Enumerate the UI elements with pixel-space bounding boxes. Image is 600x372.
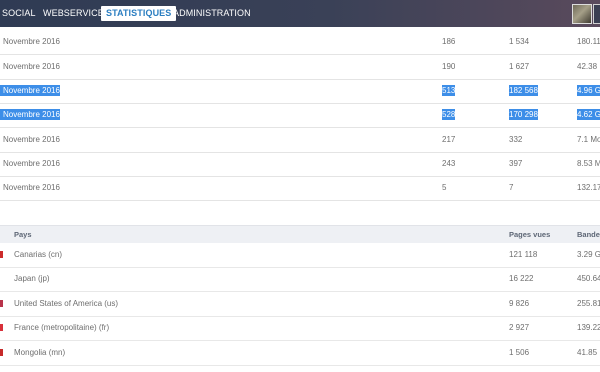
column-header-pages-vues[interactable]: Pages vues — [509, 226, 550, 243]
bandwidth-cell: 41.85 I — [577, 348, 600, 357]
pages-cell: 182 568 — [509, 85, 538, 96]
month-cell: Novembre 2016 — [3, 37, 60, 46]
bandwidth-cell: 4.62 G — [577, 109, 600, 120]
visits-cell: 186 — [442, 37, 456, 46]
pages-cell: 2 927 — [509, 323, 530, 332]
bandwidth-cell: 7.1 Mo — [577, 135, 600, 144]
visits-cell: 513 — [442, 85, 456, 96]
country-flag-icon — [0, 300, 3, 307]
bandwidth-cell: 139.22 — [577, 323, 600, 332]
column-header-bande[interactable]: Bande — [577, 226, 600, 243]
nav-administration[interactable]: ADMINISTRATION — [173, 0, 251, 27]
bandwidth-cell: 4.96 G — [577, 85, 600, 96]
table-row: Novembre 2016 243 397 8.53 M — [0, 152, 600, 177]
month-cell: Novembre 2016 — [3, 183, 60, 192]
visits-cell: 528 — [442, 109, 456, 120]
pages-cell: 121 118 — [509, 250, 538, 259]
country-name-cell: France (metropolitaine) (fr) — [14, 323, 110, 332]
table-row-selected: Novembre 2016 513 182 568 4.96 G — [0, 79, 600, 104]
country-flag-icon — [0, 349, 3, 356]
month-cell: Novembre 2016 — [0, 85, 60, 96]
visits-cell: 217 — [442, 135, 456, 144]
bandwidth-cell: 132.17 — [577, 183, 600, 192]
pages-cell: 170 298 — [509, 109, 538, 120]
table-row: Canarias (cn) 121 118 3.29 G — [0, 243, 600, 268]
table-row: France (metropolitaine) (fr) 2 927 139.2… — [0, 316, 600, 341]
country-name-cell: United States of America (us) — [14, 299, 119, 308]
table-row: Novembre 2016 186 1 534 180.11 — [0, 30, 600, 55]
visits-cell: 243 — [442, 159, 456, 168]
bandwidth-cell: 42.38 I — [577, 62, 600, 71]
bandwidth-cell: 450.64 — [577, 274, 600, 283]
month-cell: Novembre 2016 — [3, 62, 60, 71]
nav-statistiques[interactable]: STATISTIQUES — [101, 6, 177, 21]
column-header-pays[interactable]: Pays — [14, 226, 32, 243]
bandwidth-cell: 3.29 G — [577, 250, 600, 259]
pages-cell: 7 — [509, 183, 514, 192]
country-name-cell: Mongolia (mn) — [14, 348, 66, 357]
table-row: Novembre 2016 190 1 627 42.38 I — [0, 55, 600, 80]
pages-cell: 16 222 — [509, 274, 534, 283]
bandwidth-cell: 255.81 — [577, 299, 600, 308]
nav-webservices[interactable]: WEBSERVICES — [43, 0, 110, 27]
table-row: Novembre 2016 5 7 132.17 — [0, 176, 600, 201]
table-row: United States of America (us) 9 826 255.… — [0, 292, 600, 317]
avatar[interactable] — [572, 4, 592, 24]
visits-cell: 5 — [442, 183, 447, 192]
table-row: Novembre 2016 217 332 7.1 Mo — [0, 128, 600, 153]
nav-social[interactable]: SOCIAL — [2, 0, 36, 27]
bandwidth-cell: 180.11 — [577, 37, 600, 46]
pages-cell: 9 826 — [509, 299, 530, 308]
pages-cell: 1 627 — [509, 62, 530, 71]
month-cell: Novembre 2016 — [3, 135, 60, 144]
bandwidth-cell: 8.53 M — [577, 159, 600, 168]
country-flag-icon — [0, 324, 3, 331]
table-row: Japan (jp) 16 222 450.64 — [0, 267, 600, 292]
pages-cell: 1 506 — [509, 348, 530, 357]
countries-table-header: Pays Pages vues Bande — [0, 225, 600, 243]
pages-cell: 397 — [509, 159, 523, 168]
visits-cell: 190 — [442, 62, 456, 71]
country-name-cell: Canarias (cn) — [14, 250, 63, 259]
table-row: Mongolia (mn) 1 506 41.85 I — [0, 341, 600, 366]
country-name-cell: Japan (jp) — [14, 274, 50, 283]
top-navigation-bar: SOCIAL WEBSERVICES STATISTIQUES ADMINIST… — [0, 0, 600, 27]
pages-cell: 332 — [509, 135, 523, 144]
pages-cell: 1 534 — [509, 37, 530, 46]
account-menu-button[interactable] — [593, 4, 600, 24]
month-cell: Novembre 2016 — [0, 109, 60, 120]
table-row-selected: Novembre 2016 528 170 298 4.62 G — [0, 103, 600, 128]
month-cell: Novembre 2016 — [3, 159, 60, 168]
country-flag-icon — [0, 251, 3, 258]
